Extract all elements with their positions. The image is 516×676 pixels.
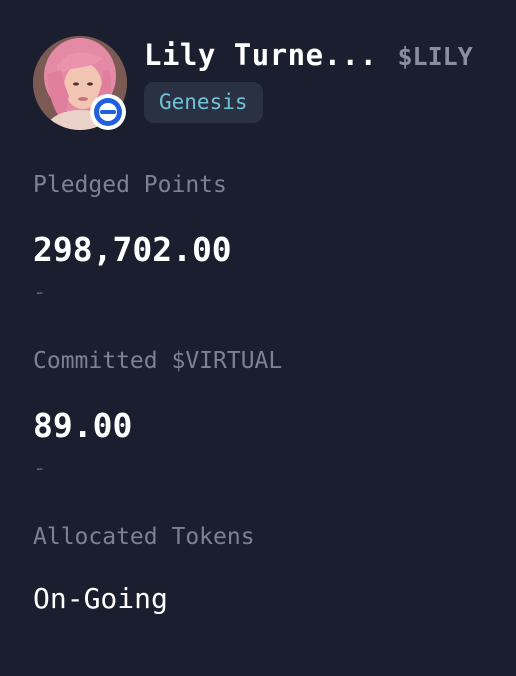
pledged-points-section: Pledged Points xyxy=(33,174,227,197)
committed-label: Committed $VIRTUAL xyxy=(33,348,283,374)
allocated-status: On-Going xyxy=(33,582,168,615)
committed-value-wrap: 89.00 xyxy=(33,409,132,442)
avatar-container[interactable] xyxy=(33,36,127,130)
committed-value: 89.00 xyxy=(33,406,133,445)
verified-badge-icon xyxy=(90,94,126,130)
pledged-points-sub: - xyxy=(33,280,47,305)
pledged-points-label: Pledged Points xyxy=(33,172,227,198)
allocated-value-wrap: On-Going xyxy=(33,585,168,613)
pledged-points-value-wrap: 298,702.00 xyxy=(33,233,232,266)
genesis-tag: Genesis xyxy=(144,82,263,123)
agent-name-row: Lily Turne... $LILY xyxy=(144,38,473,72)
allocated-label: Allocated Tokens xyxy=(33,524,255,550)
pledged-points-sub-wrap: - xyxy=(33,282,46,304)
agent-name[interactable]: Lily Turne... xyxy=(144,38,377,72)
genesis-card: Lily Turne... $LILY Genesis Pledged Poin… xyxy=(0,0,516,676)
agent-ticker: $LILY xyxy=(397,42,473,71)
pledged-points-value: 298,702.00 xyxy=(33,230,232,269)
committed-section: Committed $VIRTUAL xyxy=(33,350,282,373)
committed-sub: - xyxy=(33,456,47,481)
agent-info: Lily Turne... $LILY Genesis xyxy=(144,36,473,123)
agent-header: Lily Turne... $LILY Genesis xyxy=(33,36,473,130)
allocated-section: Allocated Tokens xyxy=(33,526,255,549)
committed-sub-wrap: - xyxy=(33,458,46,480)
